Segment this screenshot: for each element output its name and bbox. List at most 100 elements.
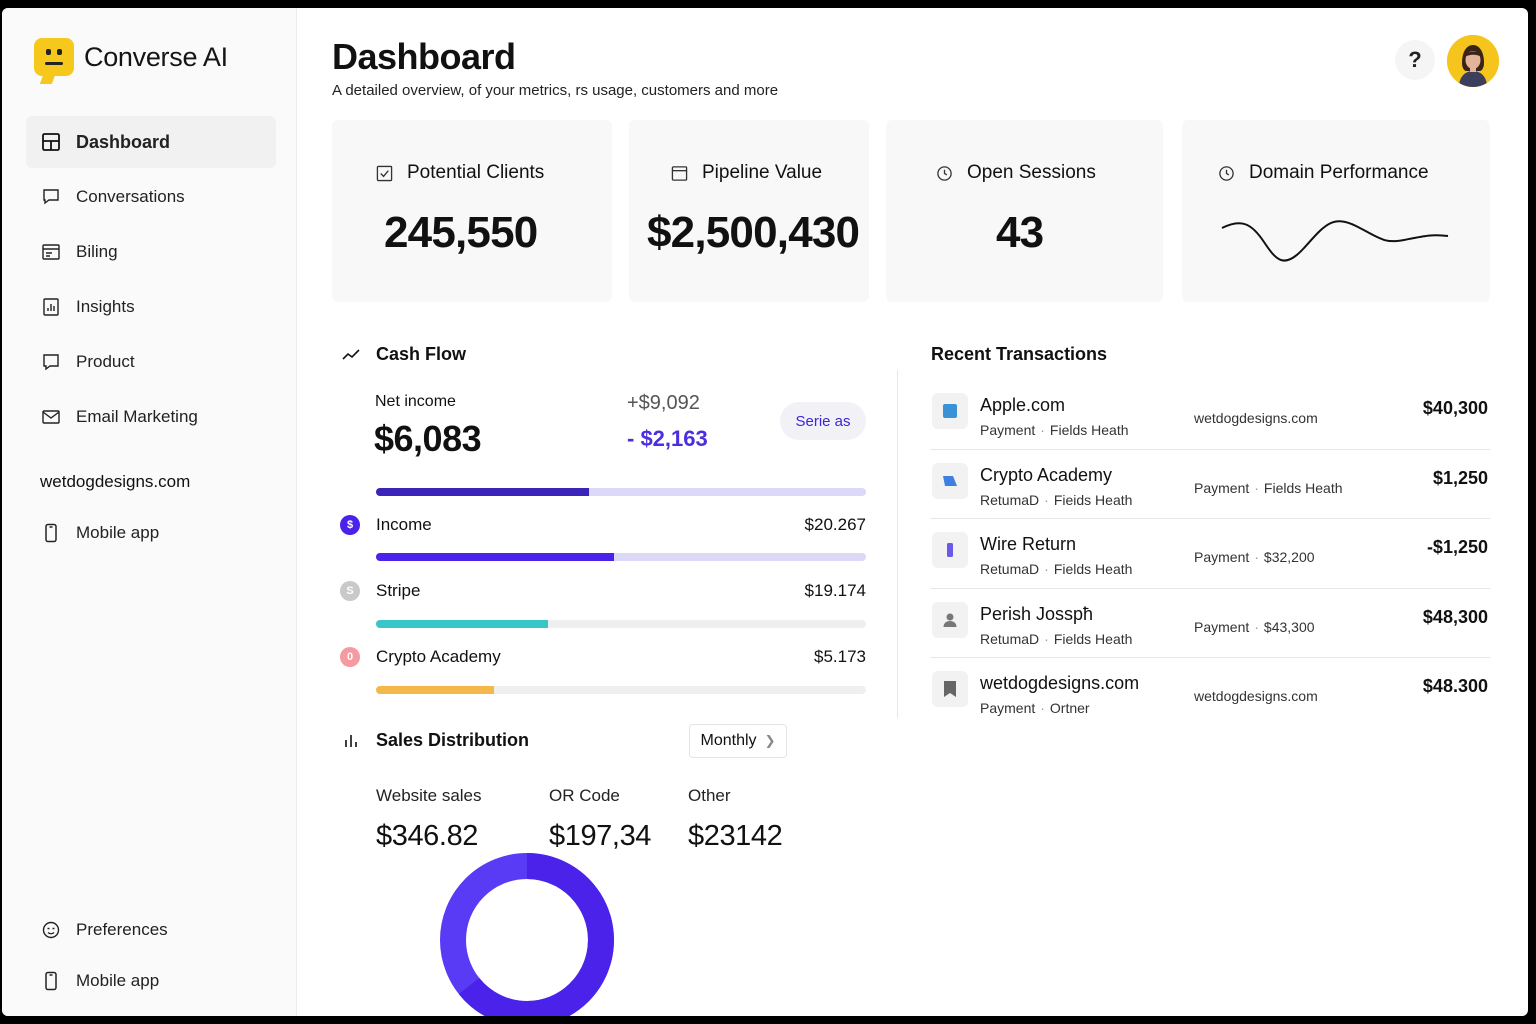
- income-badge-icon: $: [340, 515, 360, 535]
- transaction-row[interactable]: Perish Josspħ RetumaD · Fields Heath Payme…: [930, 589, 1490, 658]
- transaction-row[interactable]: Wire Return RetumaD · Fields Heath Payment…: [930, 519, 1490, 589]
- transaction-sub-party: Fields Heath: [1053, 561, 1133, 577]
- flow-row-crypto-academy[interactable]: 0 Crypto Academy $5.173: [340, 645, 866, 669]
- flow-label: Crypto Academy: [376, 647, 501, 666]
- clock-icon: [1219, 165, 1234, 181]
- transaction-detail: Payment · $43,300: [1194, 618, 1315, 635]
- cash-flow-title: Cash Flow: [342, 344, 466, 365]
- transaction-row[interactable]: wetdogdesigns.com Payment · Ortner wetdogd…: [930, 658, 1490, 728]
- sidebar-item-mobile-app-bottom[interactable]: Mobile app: [26, 957, 276, 1005]
- brand[interactable]: Converse AI: [34, 38, 228, 76]
- sidebar-item-label: Biling: [76, 242, 118, 261]
- kpi-card-open-sessions[interactable]: Open Sessions 43: [886, 120, 1163, 302]
- transaction-sub-type: RetumaD: [980, 630, 1040, 647]
- page-subtitle: A detailed overview, of your metrics, rs…: [332, 82, 779, 99]
- sales-label: Website sales: [376, 786, 482, 805]
- kpi-label: Open Sessions: [967, 162, 1096, 183]
- kpi-card-potential-clients[interactable]: Potential Clients 245,550: [332, 120, 612, 302]
- transaction-sub-party: Fieids Heath: [1053, 491, 1133, 508]
- sidebar-item-label: Insights: [76, 297, 135, 316]
- transaction-detail-party: Fields Heath: [1263, 479, 1343, 496]
- sidebar-item-product[interactable]: Product: [26, 336, 276, 388]
- flow-row-stripe[interactable]: S Stripe $19.174: [340, 579, 866, 603]
- sidebar-item-conversations[interactable]: Conversations: [26, 171, 276, 223]
- delta-positive: +$9,092: [627, 392, 700, 414]
- transaction-detail: Payment · $32,200: [1194, 549, 1315, 565]
- period-select[interactable]: Monthly ❯: [689, 724, 787, 758]
- transaction-detail: Payment · Fields Heath: [1194, 479, 1343, 496]
- app-window: Converse AI Dashboard Conversations Bili…: [2, 8, 1528, 1016]
- sales-col-website: Website sales $346.82: [376, 786, 482, 853]
- sales-col-qr-code: OR Code $197,34: [549, 786, 651, 853]
- kpi-value: 43: [996, 208, 1044, 257]
- income-bar: [376, 553, 866, 561]
- help-button[interactable]: ?: [1395, 40, 1435, 80]
- sidebar-item-billing[interactable]: Biling: [26, 226, 276, 278]
- sales-value: $346.82: [376, 820, 479, 852]
- sidebar-item-email-marketing[interactable]: Email Marketing: [26, 391, 276, 443]
- product-icon: [40, 351, 62, 373]
- transaction-sub: RetumaD · Fields Heath: [980, 561, 1133, 577]
- avatar[interactable]: [1447, 35, 1499, 87]
- sidebar-item-insights[interactable]: Insights: [26, 281, 276, 333]
- kpi-header: Pipeline Value: [671, 162, 822, 184]
- kpi-card-domain-performance[interactable]: Domain Performance: [1182, 120, 1490, 302]
- transactions-list: Apple.com Payment · Fields Heath wetdogdes…: [930, 380, 1490, 728]
- bookmark-icon: [932, 671, 968, 707]
- kpi-value: 245,550: [384, 208, 538, 257]
- kpi-label: Potential Clients: [407, 162, 545, 183]
- flow-amount: $20.267: [804, 515, 866, 534]
- kpi-card-pipeline-value[interactable]: Pipeline Value $2,500,430: [629, 120, 869, 302]
- sidebar-item-label: Preferences: [76, 920, 168, 939]
- transaction-sub-party: Ortner: [1049, 700, 1090, 716]
- square-app-icon: [932, 393, 968, 429]
- transaction-name: Crypto Academy: [980, 464, 1113, 485]
- series-button[interactable]: Serie as: [780, 402, 866, 440]
- workspace-label[interactable]: wetdogdesigns.com: [40, 472, 190, 492]
- flow-amount: $5.173: [814, 647, 866, 666]
- phone-icon: [40, 522, 62, 544]
- sales-value: $197,34: [549, 820, 652, 852]
- flow-label: Stripe: [376, 581, 421, 600]
- period-select-value: Monthly: [700, 732, 757, 749]
- transaction-name: Perish Josspħ: [980, 603, 1094, 624]
- billing-icon: [40, 241, 62, 263]
- crypto-academy-bar-fill: [376, 686, 494, 694]
- sidebar-item-label: Mobile app: [76, 971, 160, 990]
- recent-transactions-title: Recent Transactions: [931, 344, 1108, 364]
- sidebar-item-label: Product: [76, 352, 135, 371]
- transaction-sub-type: RetumaD: [980, 561, 1040, 577]
- device-icon: [932, 532, 968, 568]
- sidebar-item-preferences[interactable]: Preferences: [26, 906, 276, 954]
- net-income-value: $6,083: [374, 418, 482, 459]
- net-income-bar-fill: [376, 488, 590, 496]
- phone-icon: [40, 970, 62, 992]
- transaction-row[interactable]: Crypto Academy RetumaD · Fieids Heath Paym…: [930, 450, 1490, 519]
- transaction-detail-type: Payment: [1194, 549, 1250, 565]
- card-icon: [932, 462, 968, 499]
- chat-icon: [40, 186, 62, 208]
- flow-row-income[interactable]: $ Income $20.267: [340, 513, 866, 537]
- trend-icon: [342, 348, 360, 360]
- sidebar: Converse AI Dashboard Conversations Bili…: [2, 8, 297, 1016]
- flow-amount: $19.174: [804, 581, 866, 600]
- net-income-bar: [376, 488, 866, 496]
- transaction-name: Wire Return: [980, 534, 1077, 554]
- transaction-detail-amount: $43,300: [1263, 618, 1315, 635]
- sales-donut-chart: [440, 853, 614, 1016]
- transaction-amount: $1,250: [1432, 467, 1488, 488]
- transaction-amount: $48.300: [1422, 676, 1488, 696]
- layout-icon: [40, 131, 62, 153]
- sidebar-item-dashboard[interactable]: Dashboard: [26, 116, 276, 168]
- kpi-header: Domain Performance: [1218, 162, 1429, 184]
- transaction-amount: $48,300: [1422, 606, 1488, 627]
- sales-value: $23142: [688, 820, 783, 852]
- transaction-name: wetdogdesigns.com: [980, 673, 1140, 693]
- transaction-sub-type: Payment: [980, 700, 1036, 716]
- insights-icon: [40, 296, 62, 318]
- kpi-label: Domain Performance: [1249, 162, 1429, 183]
- sidebar-item-mobile-app[interactable]: Mobile app: [26, 507, 276, 559]
- income-bar-fill: [376, 553, 614, 561]
- transaction-row[interactable]: Apple.com Payment · Fields Heath wetdogdes…: [930, 380, 1490, 450]
- transaction-sub: Payment · Fields Heath: [980, 422, 1129, 438]
